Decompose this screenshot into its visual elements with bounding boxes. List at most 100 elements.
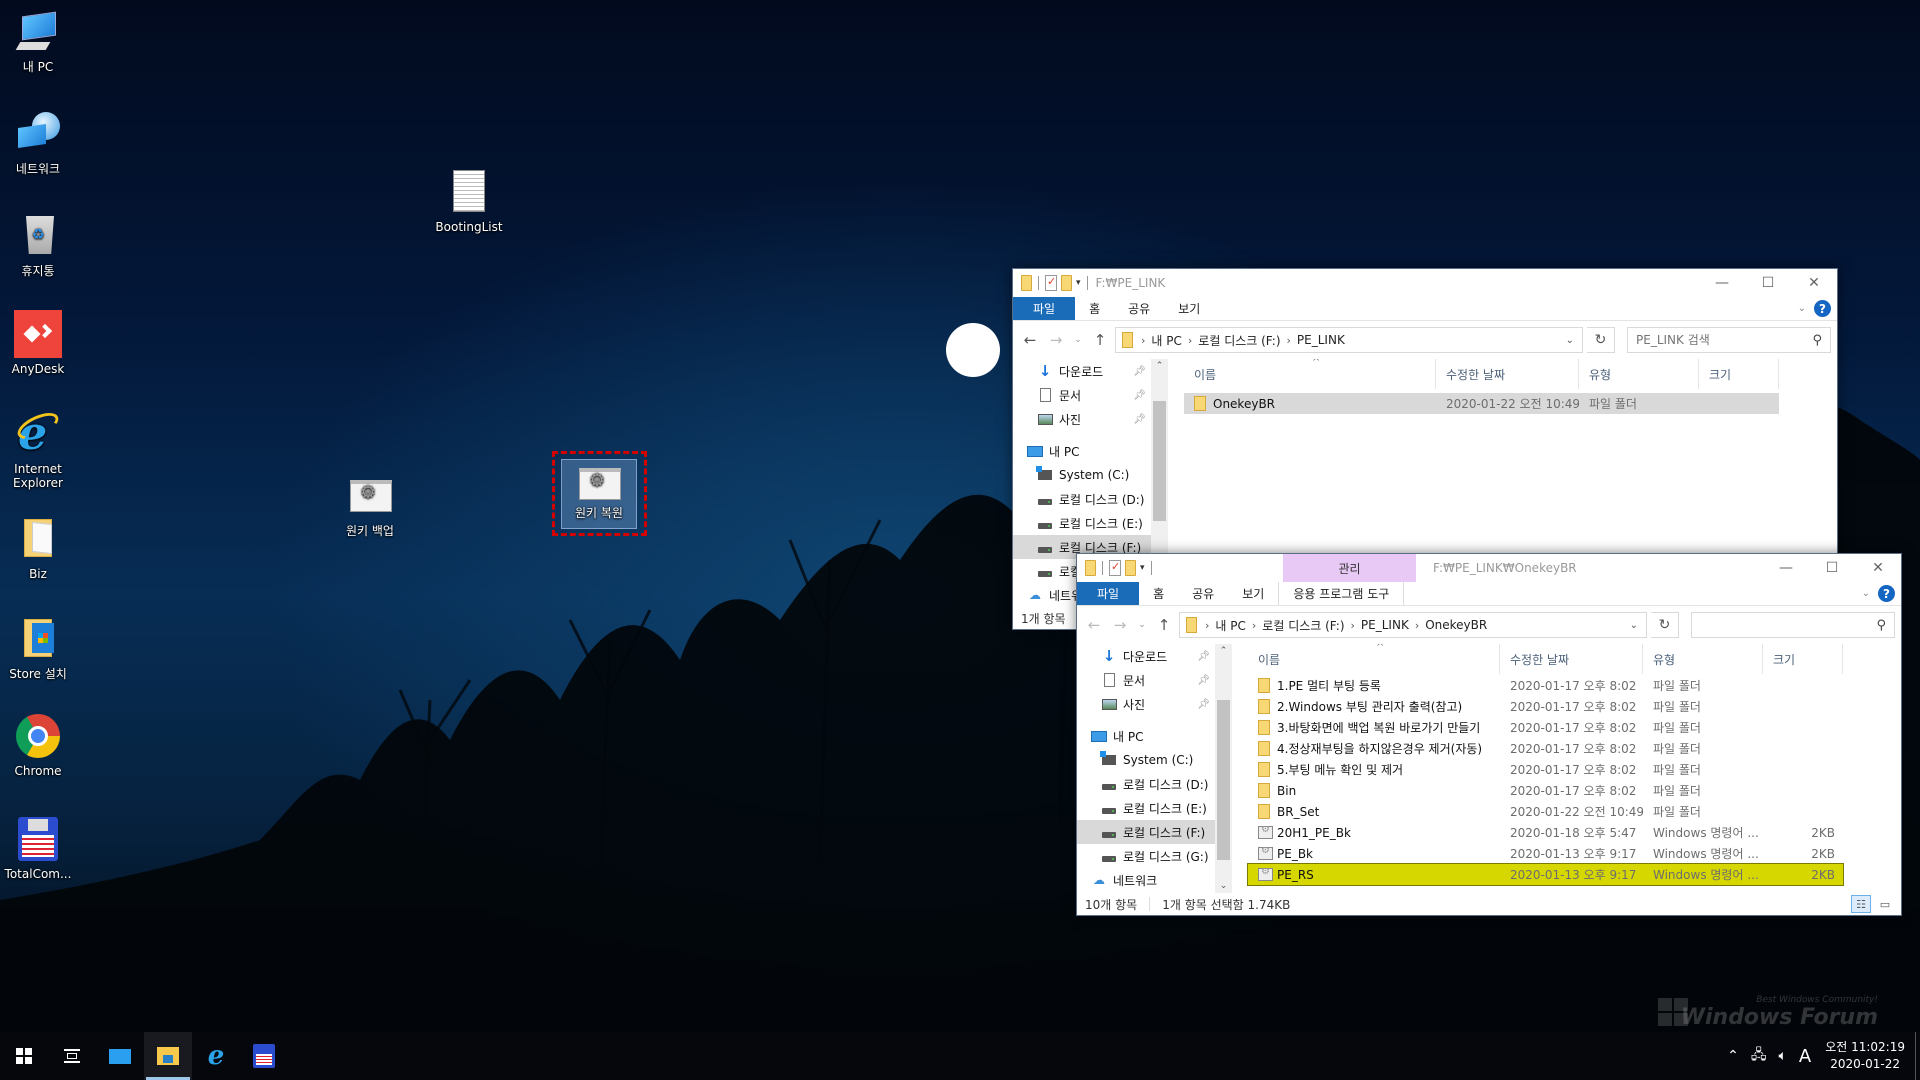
task-view-button[interactable] (48, 1032, 96, 1080)
breadcrumb-item[interactable]: PE_LINK (1361, 618, 1409, 632)
file-row[interactable]: 20H1_PE_Bk2020-01-18 오후 5:47Windows 명령어 … (1248, 822, 1843, 843)
address-bar[interactable]: › 내 PC › 로컬 디스크 (F:) › PE_LINK ⌄ (1115, 327, 1583, 353)
breadcrumb-item[interactable]: 로컬 디스크 (F:) (1262, 617, 1344, 634)
taskbar-app-desktop[interactable] (96, 1032, 144, 1080)
clock[interactable]: 오전 11:02:19 2020-01-22 (1817, 1039, 1915, 1073)
up-button[interactable]: ↑ (1089, 331, 1111, 349)
tab-file[interactable]: 파일 (1077, 582, 1140, 605)
up-button[interactable]: ↑ (1153, 616, 1175, 634)
taskbar-app-file-explorer[interactable] (144, 1032, 192, 1080)
search-box[interactable]: ⚲ (1627, 327, 1831, 353)
refresh-button[interactable]: ↻ (1587, 327, 1615, 353)
expand-ribbon-icon[interactable]: ⌄ (1798, 303, 1806, 314)
tab-home[interactable]: 홈 (1075, 297, 1114, 320)
forward-button[interactable]: → (1045, 331, 1067, 349)
column-size[interactable]: 크기 (1699, 359, 1779, 389)
explorer-window-onekeybr[interactable]: 관리 ▾ F:₩PE_LINK₩OnekeyBR — ☐ ✕ 파일 홈 공유 보… (1076, 553, 1902, 916)
column-type[interactable]: 유형 (1579, 359, 1699, 389)
breadcrumb-item[interactable]: OnekeyBR (1425, 618, 1487, 632)
file-row[interactable]: PE_Bk2020-01-13 오후 9:17Windows 명령어 ...2K… (1248, 843, 1843, 864)
customize-dropdown-icon[interactable]: ▾ (1140, 563, 1145, 573)
minimize-button[interactable]: — (1699, 269, 1745, 297)
nav-item-drive-f[interactable]: 로컬 디스크 (F:) (1077, 820, 1232, 844)
breadcrumb-item[interactable]: PE_LINK (1297, 333, 1345, 347)
column-name[interactable]: 이름 (1248, 644, 1500, 674)
taskbar-app-total-commander[interactable] (240, 1032, 288, 1080)
desktop-icon-bootinglist[interactable]: BootingList (431, 168, 507, 234)
file-row[interactable]: 5.부팅 메뉴 확인 및 제거 2020-01-17 오후 8:02 파일 폴더 (1248, 759, 1843, 780)
network-status-icon[interactable]: 🖧︎ (1745, 1044, 1773, 1068)
nav-item-documents[interactable]: 문서 📌︎ (1077, 668, 1232, 692)
new-folder-icon[interactable] (1125, 560, 1136, 576)
scroll-up-icon[interactable]: ⌃ (1151, 361, 1168, 371)
tab-application-tools[interactable]: 응용 프로그램 도구 (1278, 582, 1405, 605)
nav-item-drive-d[interactable]: 로컬 디스크 (D:) (1013, 487, 1168, 511)
file-row[interactable]: 4.정상재부팅을 하지않은경우 제거(자동) 2020-01-17 오후 8:02… (1248, 738, 1843, 759)
show-hidden-icons-icon[interactable]: ⌃ (1721, 1048, 1745, 1064)
file-row[interactable]: 1.PE 멀티 부팅 등록 2020-01-17 오후 8:02 파일 폴더 (1248, 675, 1843, 696)
refresh-button[interactable]: ↻ (1651, 612, 1679, 638)
show-desktop-button[interactable] (1915, 1032, 1920, 1080)
forward-button[interactable]: → (1109, 616, 1131, 634)
nav-item-network[interactable]: ☁ 네트워크 (1077, 868, 1232, 892)
desktop-icon-anydesk[interactable]: AnyDesk (0, 310, 76, 376)
help-icon[interactable]: ? (1814, 300, 1831, 317)
tab-view[interactable]: 보기 (1164, 297, 1214, 320)
volume-icon[interactable]: 🔈︎ (1772, 1048, 1792, 1064)
expand-ribbon-icon[interactable]: ⌄ (1862, 588, 1870, 599)
breadcrumb-item[interactable]: 내 PC (1215, 617, 1245, 634)
column-date-modified[interactable]: 수정한 날짜 (1436, 359, 1579, 389)
column-name[interactable]: 이름 (1184, 359, 1436, 389)
breadcrumb-item[interactable]: 로컬 디스크 (F:) (1198, 332, 1280, 349)
nav-item-downloads[interactable]: ↓ 다운로드 📌︎ (1013, 359, 1168, 383)
search-input[interactable] (1700, 618, 1860, 632)
address-bar[interactable]: › 내 PC › 로컬 디스크 (F:) › PE_LINK › OnekeyB… (1179, 612, 1647, 638)
nav-item-drive-e[interactable]: 로컬 디스크 (E:) (1077, 796, 1232, 820)
back-button[interactable]: ← (1019, 331, 1041, 349)
column-size[interactable]: 크기 (1763, 644, 1843, 674)
file-row[interactable]: Bin 2020-01-17 오후 8:02 파일 폴더 (1248, 780, 1843, 801)
nav-item-downloads[interactable]: ↓ 다운로드 📌︎ (1077, 644, 1232, 668)
properties-icon[interactable] (1109, 560, 1121, 576)
tab-view[interactable]: 보기 (1228, 582, 1278, 605)
column-date-modified[interactable]: 수정한 날짜 (1500, 644, 1643, 674)
maximize-button[interactable]: ☐ (1809, 554, 1855, 582)
nav-item-this-pc[interactable]: 내 PC (1013, 439, 1168, 463)
close-button[interactable]: ✕ (1855, 554, 1901, 582)
desktop-icon-onekey-restore[interactable]: ⚙ 원키 복원 (561, 459, 637, 529)
address-dropdown-icon[interactable]: ⌄ (1566, 335, 1574, 346)
search-icon[interactable]: ⚲ (1876, 618, 1886, 633)
new-folder-icon[interactable] (1061, 275, 1072, 291)
nav-item-pictures[interactable]: 사진 📌︎ (1013, 407, 1168, 431)
nav-item-this-pc[interactable]: 내 PC (1077, 724, 1232, 748)
scrollbar-thumb[interactable] (1217, 700, 1230, 860)
tab-share[interactable]: 공유 (1114, 297, 1164, 320)
file-row[interactable]: OnekeyBR 2020-01-22 오전 10:49 파일 폴더 (1184, 393, 1779, 414)
address-dropdown-icon[interactable]: ⌄ (1630, 620, 1638, 631)
file-row[interactable]: PE_RS2020-01-13 오후 9:17Windows 명령어 ...2K… (1247, 863, 1844, 886)
customize-dropdown-icon[interactable]: ▾ (1076, 278, 1081, 288)
nav-item-pictures[interactable]: 사진 📌︎ (1077, 692, 1232, 716)
nav-item-drive-d[interactable]: 로컬 디스크 (D:) (1077, 772, 1232, 796)
nav-item-drive-g[interactable]: 로컬 디스크 (G:) (1077, 844, 1232, 868)
search-box[interactable]: ⚲ (1691, 612, 1895, 638)
nav-item-drive-c[interactable]: System (C:) (1077, 748, 1232, 772)
desktop-icon-store[interactable]: Store 설치 (0, 615, 76, 681)
close-button[interactable]: ✕ (1791, 269, 1837, 297)
tab-home[interactable]: 홈 (1139, 582, 1178, 605)
desktop-icon-chrome[interactable]: Chrome (0, 712, 76, 778)
desktop-icon-biz[interactable]: Biz (0, 515, 76, 581)
recent-locations-button[interactable]: ⌄ (1071, 335, 1085, 345)
ime-indicator[interactable]: A (1793, 1046, 1817, 1067)
nav-item-drive-e[interactable]: 로컬 디스크 (E:) (1013, 511, 1168, 535)
taskbar-app-internet-explorer[interactable]: e (192, 1032, 240, 1080)
title-bar[interactable]: ▾ F:₩PE_LINK₩OnekeyBR — ☐ ✕ (1077, 554, 1901, 582)
desktop-icon-onekey-backup[interactable]: ⚙ 원키 백업 (332, 472, 408, 538)
search-input[interactable] (1636, 333, 1796, 347)
nav-item-documents[interactable]: 문서 📌︎ (1013, 383, 1168, 407)
nav-item-drive-c[interactable]: System (C:) (1013, 463, 1168, 487)
desktop-icon-total-commander[interactable]: TotalCom... (0, 815, 76, 881)
search-icon[interactable]: ⚲ (1812, 333, 1822, 348)
nav-scrollbar[interactable]: ⌃ ⌄ (1215, 644, 1232, 893)
desktop-icon-recycle-bin[interactable]: ♻ 휴지통 (0, 212, 76, 278)
